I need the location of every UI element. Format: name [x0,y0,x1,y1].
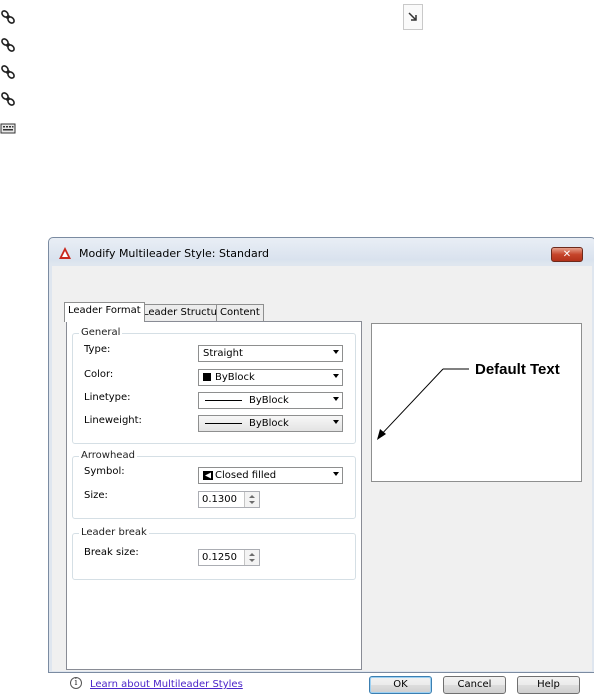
close-button[interactable]: ✕ [551,247,583,262]
spin-up-icon[interactable] [249,553,255,556]
dialog-body: Leader Format Leader Structure Content G… [52,266,592,694]
help-button[interactable]: Help [517,676,580,694]
spinner-value: 0.1300 [202,494,237,505]
chevron-down-icon [333,350,339,354]
general-group: General Type: Straight Color: ByBlock Li… [72,327,356,444]
chain-link-icon[interactable] [0,9,16,25]
spin-down-icon[interactable] [249,501,255,504]
chevron-down-icon [333,472,339,476]
group-title: Leader break [79,527,149,538]
break-size-label: Break size: [84,547,139,558]
chain-link-icon[interactable] [0,64,16,80]
closed-filled-arrow-icon [203,471,213,483]
leader-preview-drawing [377,368,469,440]
dropdown-value: ByBlock [249,395,289,406]
spin-up-icon[interactable] [249,495,255,498]
type-dropdown[interactable]: Straight [198,345,343,362]
color-label: Color: [84,369,114,380]
cancel-button[interactable]: Cancel [443,676,506,694]
tab-label: Leader Format [68,305,141,316]
keyboard-icon[interactable] [0,120,16,136]
break-size-spinner[interactable]: 0.1250 [198,549,260,566]
tab-content[interactable]: Content [216,304,264,321]
panel-expander-button[interactable] [403,4,423,30]
group-title: Arrowhead [79,450,137,461]
modify-multileader-style-dialog: Modify Multileader Style: Standard ✕ Lea… [48,237,594,694]
spin-down-icon[interactable] [249,559,255,562]
symbol-dropdown[interactable]: Closed filled [198,467,343,484]
chevron-down-icon [333,374,339,378]
autocad-app-icon [58,246,72,260]
chevron-down-icon [333,420,339,424]
close-icon: ✕ [562,249,572,260]
learn-about-link[interactable]: Learn about Multileader Styles [90,679,243,690]
tab-leader-format[interactable]: Leader Format [64,302,145,322]
linetype-dropdown[interactable]: ByBlock [198,392,343,409]
dialog-title: Modify Multileader Style: Standard [79,247,270,260]
arrowhead-group: Arrowhead Symbol: Closed filled Size: 0.… [72,450,356,519]
info-icon: i [70,677,82,689]
arrow-size-spinner[interactable]: 0.1300 [198,491,260,508]
chain-link-icon[interactable] [0,37,16,53]
symbol-label: Symbol: [84,466,125,477]
diagonal-arrow-icon [404,12,422,32]
linetype-label: Linetype: [84,392,131,403]
dropdown-value: Straight [203,348,243,359]
preview-text: Default Text [475,361,560,378]
style-preview: Default Text [371,323,582,482]
leader-format-panel: General Type: Straight Color: ByBlock Li… [66,321,362,670]
tab-label: Content [220,307,260,318]
spinner-buttons[interactable] [244,550,259,565]
chain-link-icon[interactable] [0,91,16,107]
group-title: General [79,327,123,338]
ok-button[interactable]: OK [369,676,432,694]
dialog-titlebar[interactable]: Modify Multileader Style: Standard ✕ [49,238,594,268]
line-sample [205,400,242,401]
color-dropdown[interactable]: ByBlock [198,369,343,386]
dropdown-value: ByBlock [249,418,289,429]
spinner-value: 0.1250 [202,552,237,563]
type-label: Type: [84,344,111,355]
dropdown-value: ByBlock [215,372,255,383]
dropdown-value: Closed filled [215,470,277,481]
tab-label: Leader Structure [143,307,227,318]
size-label: Size: [84,490,108,501]
button-label: Cancel [457,679,492,690]
leader-break-group: Leader break Break size: 0.1250 [72,527,356,580]
chevron-down-icon [333,397,339,401]
spinner-buttons[interactable] [244,492,259,507]
lineweight-label: Lineweight: [84,415,142,426]
button-label: Help [537,679,560,690]
lineweight-dropdown[interactable]: ByBlock [198,415,343,432]
line-sample [205,423,242,424]
color-swatch [203,373,211,381]
button-label: OK [393,679,408,690]
